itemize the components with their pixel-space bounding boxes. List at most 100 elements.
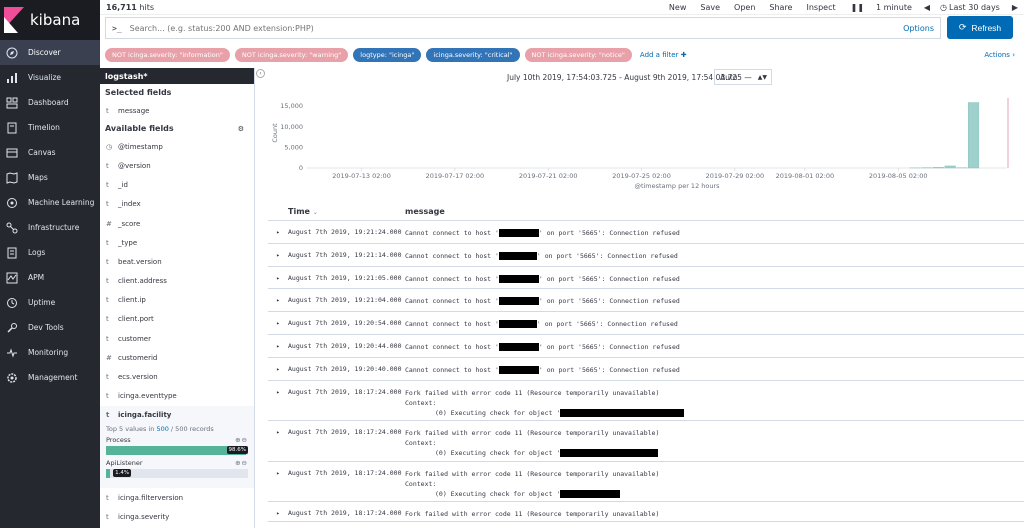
share-link[interactable]: Share bbox=[769, 3, 792, 12]
field-icinga-severity[interactable]: t icinga.severity bbox=[100, 507, 254, 526]
actions-link[interactable]: Actions › bbox=[984, 51, 1015, 59]
zoom-filter-icons[interactable]: ⊕⊖ bbox=[235, 459, 248, 467]
column-time[interactable]: Time ⌄ bbox=[288, 207, 405, 216]
save-link[interactable]: Save bbox=[700, 3, 720, 12]
facility-value-bar: 1.4% bbox=[106, 469, 248, 478]
refresh-interval[interactable]: 1 minute bbox=[876, 3, 912, 12]
x-axis-label: @timestamp per 12 hours bbox=[634, 182, 720, 190]
field-icinga-eventtype[interactable]: t icinga.eventtype bbox=[100, 387, 254, 406]
field-icinga-facility[interactable]: t icinga.facility bbox=[106, 406, 248, 425]
nav-item-apm[interactable]: APM bbox=[0, 265, 100, 290]
field-message[interactable]: t message bbox=[100, 101, 254, 120]
zoom-filter-icons[interactable]: ⊕⊖ bbox=[235, 436, 248, 444]
field-id[interactable]: t _id bbox=[100, 176, 254, 195]
nav-item-timelion[interactable]: Timelion bbox=[0, 115, 100, 140]
field-type-icon: t bbox=[106, 200, 109, 209]
refresh-button[interactable]: ⟳ Refresh bbox=[947, 16, 1013, 39]
chevron-right-icon[interactable]: ▶ bbox=[1012, 3, 1018, 12]
table-row[interactable]: ▸ August 7th 2019, 18:17:24.000 Fork faile… bbox=[268, 462, 1024, 503]
nav-item-monitoring[interactable]: Monitoring bbox=[0, 340, 100, 365]
options-link[interactable]: Options bbox=[903, 24, 934, 33]
field-type-icon: t bbox=[106, 512, 109, 521]
table-row[interactable]: ▸ August 7th 2019, 19:21:14.000 Cannot con… bbox=[268, 244, 1024, 267]
expand-row-icon[interactable]: ▸ bbox=[268, 502, 288, 521]
table-row[interactable]: ▸ August 7th 2019, 19:20:54.000 Cannot con… bbox=[268, 312, 1024, 335]
histogram-bar[interactable] bbox=[968, 102, 980, 169]
nav-item-dashboard[interactable]: Dashboard bbox=[0, 90, 100, 115]
table-row[interactable]: ▸ August 7th 2019, 19:21:05.000 Cannot con… bbox=[268, 267, 1024, 290]
histogram-bar[interactable] bbox=[933, 167, 945, 169]
field-customerid[interactable]: # customerid bbox=[100, 348, 254, 367]
open-link[interactable]: Open bbox=[734, 3, 755, 12]
field-client-address[interactable]: t client.address bbox=[100, 272, 254, 291]
expand-row-icon[interactable]: ▸ bbox=[268, 289, 288, 311]
filter-pill[interactable]: NOT icinga.severity: "warning" bbox=[234, 48, 349, 62]
pause-icon[interactable]: ❚❚ bbox=[851, 3, 864, 12]
expand-row-icon[interactable]: ▸ bbox=[268, 462, 288, 502]
field-type-icon: t bbox=[106, 296, 109, 305]
inspect-link[interactable]: Inspect bbox=[806, 3, 835, 12]
filter-pill[interactable]: icinga.severity: "critical" bbox=[426, 48, 520, 62]
table-row[interactable]: ▸ August 7th 2019, 18:17:24.000 Fork faile… bbox=[268, 421, 1024, 462]
expand-row-icon[interactable]: ▸ bbox=[268, 381, 288, 421]
x-tick-label: 2019-07-25 02:00 bbox=[612, 172, 671, 180]
expand-row-icon[interactable]: ▸ bbox=[268, 221, 288, 243]
filter-pill[interactable]: NOT icinga.severity: "notice" bbox=[524, 48, 632, 62]
sort-icon[interactable]: ⌄ bbox=[313, 209, 318, 216]
expand-row-icon[interactable]: ▸ bbox=[268, 244, 288, 266]
interval-select[interactable]: Auto ▲▼ bbox=[714, 69, 772, 85]
facility-value-bar-fill bbox=[106, 469, 111, 478]
index-pattern-selector[interactable]: logstash* bbox=[100, 68, 254, 84]
add-filter-link[interactable]: Add a filter ✚ bbox=[640, 51, 687, 59]
clock-icon: ◷ bbox=[940, 3, 948, 12]
table-row[interactable]: ▸ August 7th 2019, 19:20:44.000 Cannot con… bbox=[268, 335, 1024, 358]
field-beat-version[interactable]: t beat.version bbox=[100, 252, 254, 271]
filter-pill[interactable]: NOT icinga.severity: "information" bbox=[105, 48, 230, 62]
nav-item-dev-tools[interactable]: Dev Tools bbox=[0, 315, 100, 340]
top5-sample-link[interactable]: 500 bbox=[156, 425, 168, 433]
new-link[interactable]: New bbox=[669, 3, 686, 12]
nav-item-visualize[interactable]: Visualize bbox=[0, 65, 100, 90]
table-row[interactable]: ▸ August 7th 2019, 18:17:24.000 Fork faile… bbox=[268, 502, 1024, 523]
field-version[interactable]: t @version bbox=[100, 156, 254, 175]
nav-item-discover[interactable]: Discover bbox=[0, 40, 100, 65]
filter-pill[interactable]: logtype: "icinga" bbox=[353, 48, 422, 62]
table-row[interactable]: ▸ August 7th 2019, 19:20:40.000 Cannot con… bbox=[268, 358, 1024, 381]
field-icinga-filterversion[interactable]: t icinga.filterversion bbox=[100, 488, 254, 507]
table-row[interactable]: ▸ August 7th 2019, 19:21:24.000 Cannot con… bbox=[268, 221, 1024, 244]
nav-item-canvas[interactable]: Canvas bbox=[0, 140, 100, 165]
column-message[interactable]: message bbox=[405, 207, 445, 216]
expand-row-icon[interactable]: ▸ bbox=[268, 358, 288, 380]
nav-item-maps[interactable]: Maps bbox=[0, 165, 100, 190]
collapse-sidebar-icon[interactable]: ‹ bbox=[256, 69, 265, 78]
field-client-ip[interactable]: t client.ip bbox=[100, 291, 254, 310]
nav-item-machine-learning[interactable]: Machine Learning bbox=[0, 190, 100, 215]
chevron-left-icon[interactable]: ◀ bbox=[924, 3, 930, 12]
field-timestamp[interactable]: ◷ @timestamp bbox=[100, 137, 254, 156]
table-row[interactable]: ▸ August 7th 2019, 18:17:24.000 Fork faile… bbox=[268, 381, 1024, 422]
filter-pills: NOT icinga.severity: "information" NOT ic… bbox=[105, 48, 637, 62]
expand-row-icon[interactable]: ▸ bbox=[268, 267, 288, 289]
field-ecs-version[interactable]: t ecs.version bbox=[100, 367, 254, 386]
field-index[interactable]: t _index bbox=[100, 195, 254, 214]
gear-icon[interactable]: ⚙ bbox=[238, 125, 244, 133]
brand[interactable]: kibana bbox=[0, 0, 100, 40]
nav-item-infrastructure[interactable]: Infrastructure bbox=[0, 215, 100, 240]
expand-row-icon[interactable]: ▸ bbox=[268, 335, 288, 357]
nav-item-management[interactable]: Management bbox=[0, 365, 100, 390]
query-language-icon[interactable]: >_ bbox=[112, 24, 122, 33]
nav-item-uptime[interactable]: Uptime bbox=[0, 290, 100, 315]
facility-value-name: ApiListener bbox=[106, 459, 143, 467]
expand-row-icon[interactable]: ▸ bbox=[268, 312, 288, 334]
field-customer[interactable]: t customer bbox=[100, 329, 254, 348]
field-score[interactable]: # _score bbox=[100, 214, 254, 233]
expand-row-icon[interactable]: ▸ bbox=[268, 421, 288, 461]
field-name: icinga.filterversion bbox=[118, 493, 184, 502]
field-type[interactable]: t _type bbox=[100, 233, 254, 252]
table-row[interactable]: ▸ August 7th 2019, 19:21:04.000 Cannot con… bbox=[268, 289, 1024, 313]
nav-item-logs[interactable]: Logs bbox=[0, 240, 100, 265]
field-client-port[interactable]: t client.port bbox=[100, 310, 254, 329]
search-input[interactable] bbox=[129, 23, 830, 33]
time-picker[interactable]: Last 30 days bbox=[949, 3, 1000, 12]
histogram-bar[interactable] bbox=[944, 165, 956, 169]
